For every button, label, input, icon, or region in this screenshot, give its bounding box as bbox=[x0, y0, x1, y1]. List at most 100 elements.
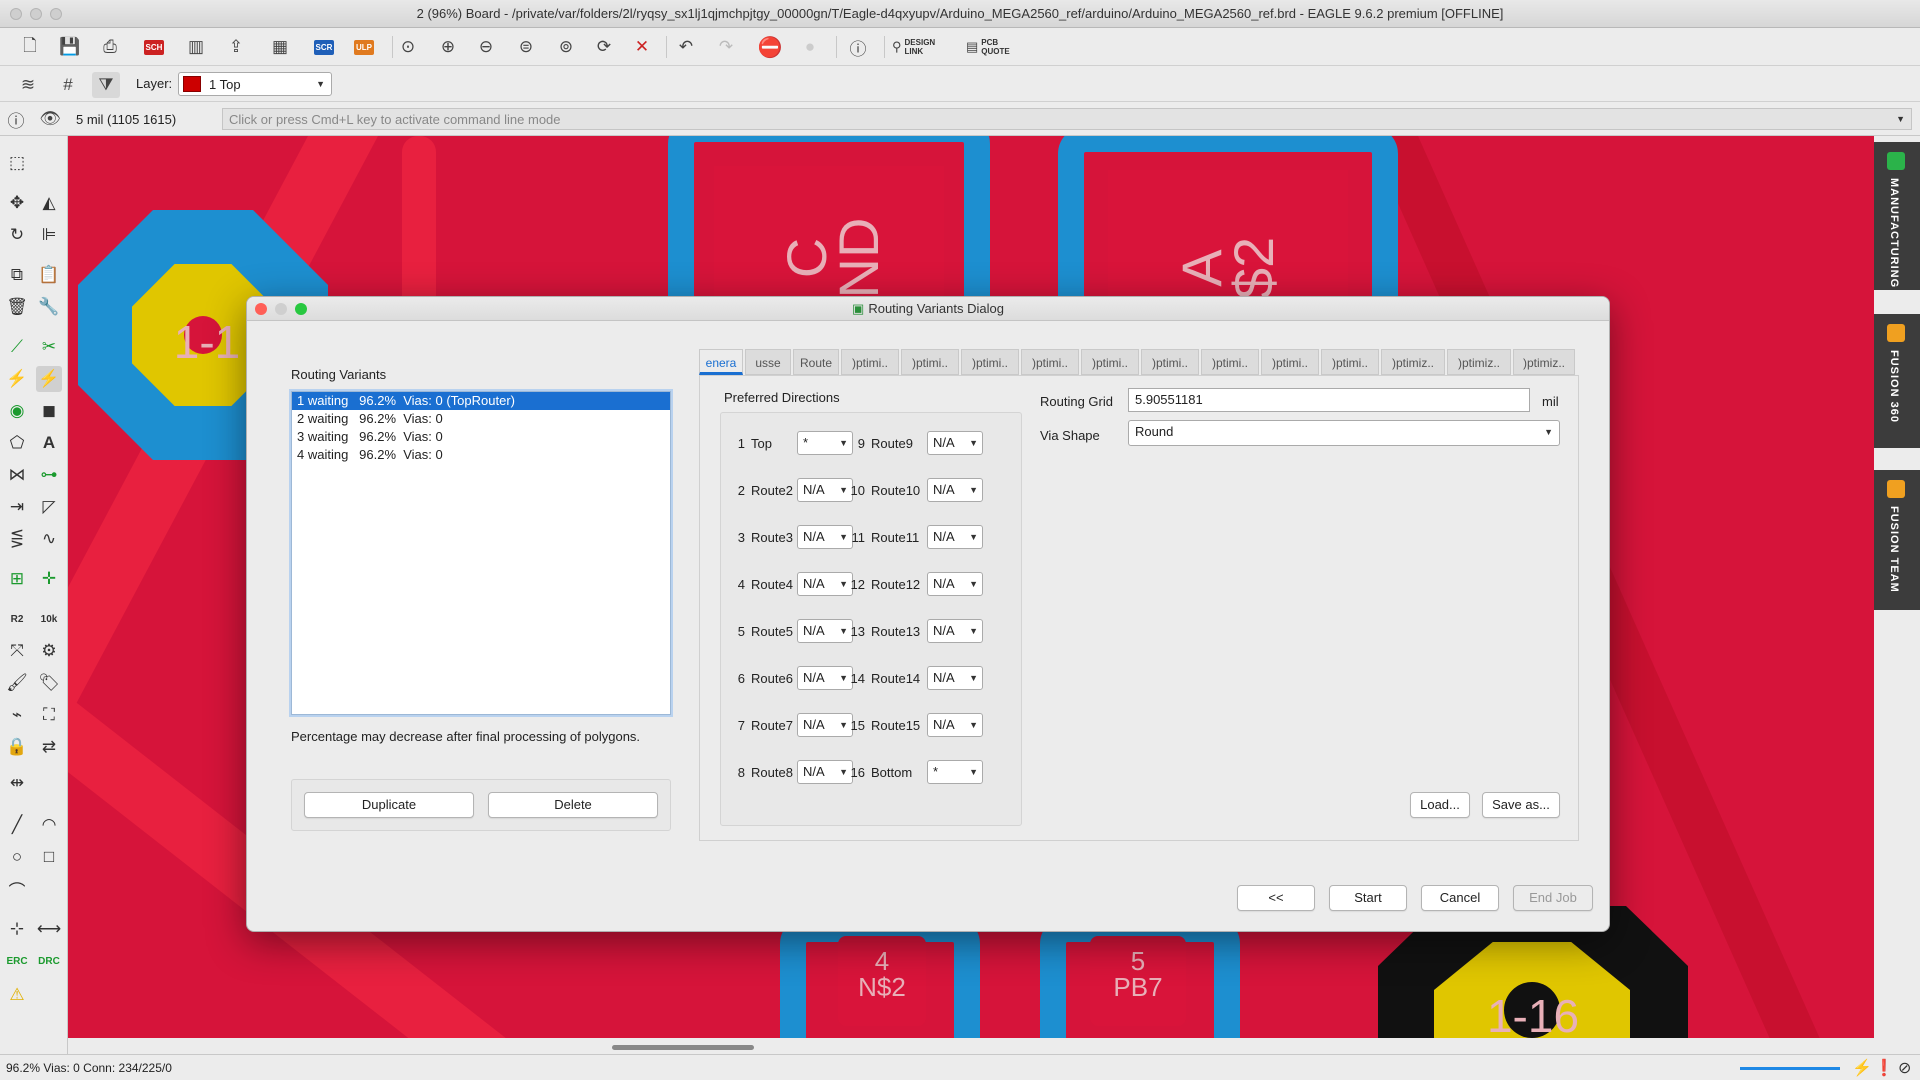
delete-icon[interactable]: 🗑 bbox=[4, 294, 30, 320]
alert-icon[interactable]: ❗ bbox=[1874, 1058, 1894, 1078]
autorouter-icon[interactable]: ⚡ bbox=[4, 366, 30, 392]
redraw-icon[interactable]: ⟳ bbox=[590, 34, 618, 60]
help-icon[interactable]: ⓘ bbox=[844, 34, 872, 60]
signal-icon[interactable]: ⋈ bbox=[4, 462, 30, 488]
fusion-team-tab[interactable]: FUSION TEAM bbox=[1874, 470, 1920, 610]
tab-general[interactable]: enera bbox=[699, 349, 743, 375]
curve-icon[interactable]: ⌒ bbox=[4, 876, 30, 902]
select-area-icon[interactable]: ⬚ bbox=[4, 150, 30, 176]
zoom-select-icon[interactable]: ⊚ bbox=[552, 34, 580, 60]
value-icon[interactable]: 10k bbox=[36, 606, 62, 632]
undo-icon[interactable]: ↶ bbox=[672, 34, 700, 60]
line-icon[interactable]: ╱ bbox=[4, 812, 30, 838]
delete-button[interactable]: Delete bbox=[488, 792, 658, 818]
layer-select[interactable]: 1 Top ▼ bbox=[178, 72, 332, 96]
measure-icon[interactable]: ⟷ bbox=[36, 916, 62, 942]
ripup-icon[interactable]: ✂ bbox=[36, 334, 62, 360]
smash-icon[interactable]: ⤧ bbox=[4, 638, 30, 664]
stop-icon[interactable]: ⛔ bbox=[756, 34, 784, 60]
routing-grid-input[interactable]: 5.90551181 bbox=[1128, 388, 1530, 412]
manufacturing-tab[interactable]: MANUFACTURING bbox=[1874, 142, 1920, 290]
waveform-icon[interactable]: ∿ bbox=[36, 526, 62, 552]
drc-icon[interactable]: DRC bbox=[36, 948, 62, 974]
ulp-button[interactable]: ULP bbox=[350, 34, 378, 60]
start-button[interactable]: Start bbox=[1329, 885, 1407, 911]
direction-select[interactable]: N/A ▼ bbox=[927, 431, 983, 455]
tab-optimize-8[interactable]: )ptimi.. bbox=[1261, 349, 1319, 375]
copy-icon[interactable]: ⧉ bbox=[4, 262, 30, 288]
script-button[interactable]: SCR bbox=[310, 34, 338, 60]
attribute-tag-icon[interactable]: 🏷 bbox=[36, 670, 62, 696]
name-icon[interactable]: R2 bbox=[4, 606, 30, 632]
tab-optimize-1[interactable]: )ptimi.. bbox=[841, 349, 899, 375]
print-icon[interactable]: ⎙ bbox=[96, 34, 124, 60]
design-link-button[interactable]: ⚲ DESIGN LINK bbox=[892, 34, 952, 60]
align-icon[interactable]: ⊫ bbox=[36, 222, 62, 248]
wrench-icon[interactable]: 🔧 bbox=[36, 294, 62, 320]
add-signal-icon[interactable]: ✛ bbox=[36, 566, 62, 592]
tab-optimize-5[interactable]: )ptimi.. bbox=[1081, 349, 1139, 375]
zoom-in-icon[interactable]: ⊕ bbox=[434, 34, 462, 60]
cam-icon[interactable]: ▥ bbox=[182, 34, 210, 60]
lock-icon[interactable]: 🔒 bbox=[4, 734, 30, 760]
direction-select[interactable]: N/A ▼ bbox=[927, 619, 983, 643]
direction-select[interactable]: N/A ▼ bbox=[927, 713, 983, 737]
direction-select[interactable]: N/A ▼ bbox=[927, 666, 983, 690]
layer-settings-icon[interactable]: ≋ bbox=[14, 72, 42, 98]
change-icon[interactable]: ⚙ bbox=[36, 638, 62, 664]
list-item[interactable]: 3 waiting 96.2% Vias: 0 bbox=[292, 428, 670, 446]
direction-select[interactable]: * ▼ bbox=[927, 760, 983, 784]
stop-circle-icon[interactable]: ⊘ bbox=[1898, 1058, 1911, 1078]
cancel-button[interactable]: Cancel bbox=[1421, 885, 1499, 911]
tab-optimize-6[interactable]: )ptimi.. bbox=[1141, 349, 1199, 375]
rectangle-icon[interactable]: □ bbox=[36, 844, 62, 870]
fusion360-tab[interactable]: FUSION 360 bbox=[1874, 314, 1920, 448]
filter-icon[interactable]: ⧩ bbox=[92, 72, 120, 98]
save-icon[interactable]: 💾 bbox=[56, 34, 84, 60]
tab-optimize-9[interactable]: )ptimi.. bbox=[1321, 349, 1379, 375]
eye-icon[interactable]: 👁 bbox=[36, 106, 64, 132]
erc-icon[interactable]: ERC bbox=[4, 948, 30, 974]
add-part-icon[interactable]: ⊞ bbox=[4, 566, 30, 592]
miter-icon[interactable]: ◸ bbox=[36, 494, 62, 520]
tab-optimize-7[interactable]: )ptimi.. bbox=[1201, 349, 1259, 375]
wire-icon[interactable]: ⊶ bbox=[36, 462, 62, 488]
duplicate-button[interactable]: Duplicate bbox=[304, 792, 474, 818]
grid-table-icon[interactable]: ▦ bbox=[266, 34, 294, 60]
tab-route[interactable]: Route bbox=[793, 349, 839, 375]
command-line-input[interactable]: Click or press Cmd+L key to activate com… bbox=[222, 108, 1912, 130]
load-button[interactable]: Load... bbox=[1410, 792, 1470, 818]
meander-icon[interactable]: ⇥ bbox=[4, 494, 30, 520]
tab-optimize-2[interactable]: )ptimi.. bbox=[901, 349, 959, 375]
info-icon[interactable]: ⓘ bbox=[2, 106, 30, 132]
ratsnest-icon[interactable]: ✕ bbox=[628, 34, 656, 60]
list-item[interactable]: 4 waiting 96.2% Vias: 0 bbox=[292, 446, 670, 464]
direction-select[interactable]: N/A ▼ bbox=[927, 572, 983, 596]
list-item[interactable]: 1 waiting 96.2% Vias: 0 (TopRouter) bbox=[292, 392, 670, 410]
move-icon[interactable]: ✥ bbox=[4, 190, 30, 216]
list-item[interactable]: 2 waiting 96.2% Vias: 0 bbox=[292, 410, 670, 428]
tab-optimize-11[interactable]: )ptimiz.. bbox=[1447, 349, 1511, 375]
tab-optimize-3[interactable]: )ptimi.. bbox=[961, 349, 1019, 375]
pad-icon[interactable]: ◼ bbox=[36, 398, 62, 424]
export-icon[interactable]: ⇪ bbox=[222, 34, 250, 60]
optimize-icon[interactable]: ⌁ bbox=[4, 702, 30, 728]
warning-icon[interactable]: ⚠ bbox=[4, 982, 30, 1008]
mirror-icon[interactable]: ◭ bbox=[36, 190, 62, 216]
route-icon[interactable]: ⟋ bbox=[4, 334, 30, 360]
split-icon[interactable]: ⋚ bbox=[4, 526, 30, 552]
tab-busses[interactable]: usse bbox=[745, 349, 791, 375]
tab-optimize-4[interactable]: )ptimi.. bbox=[1021, 349, 1079, 375]
via-shape-select[interactable]: Round ▼ bbox=[1128, 420, 1560, 446]
save-as-button[interactable]: Save as... bbox=[1482, 792, 1560, 818]
rotate-icon[interactable]: ↻ bbox=[4, 222, 30, 248]
circle-icon[interactable]: ○ bbox=[4, 844, 30, 870]
paste-icon[interactable]: 📋 bbox=[36, 262, 62, 288]
routing-variants-list[interactable]: 1 waiting 96.2% Vias: 0 (TopRouter) 2 wa… bbox=[291, 391, 671, 715]
zoom-out-icon[interactable]: ⊖ bbox=[472, 34, 500, 60]
tab-optimize-12[interactable]: )ptimiz.. bbox=[1513, 349, 1575, 375]
via-icon[interactable]: ◉ bbox=[4, 398, 30, 424]
paint-icon[interactable]: 🖌 bbox=[4, 670, 30, 696]
horizontal-scrollbar-thumb[interactable] bbox=[612, 1045, 754, 1050]
group-icon[interactable]: ⛶ bbox=[36, 702, 62, 728]
